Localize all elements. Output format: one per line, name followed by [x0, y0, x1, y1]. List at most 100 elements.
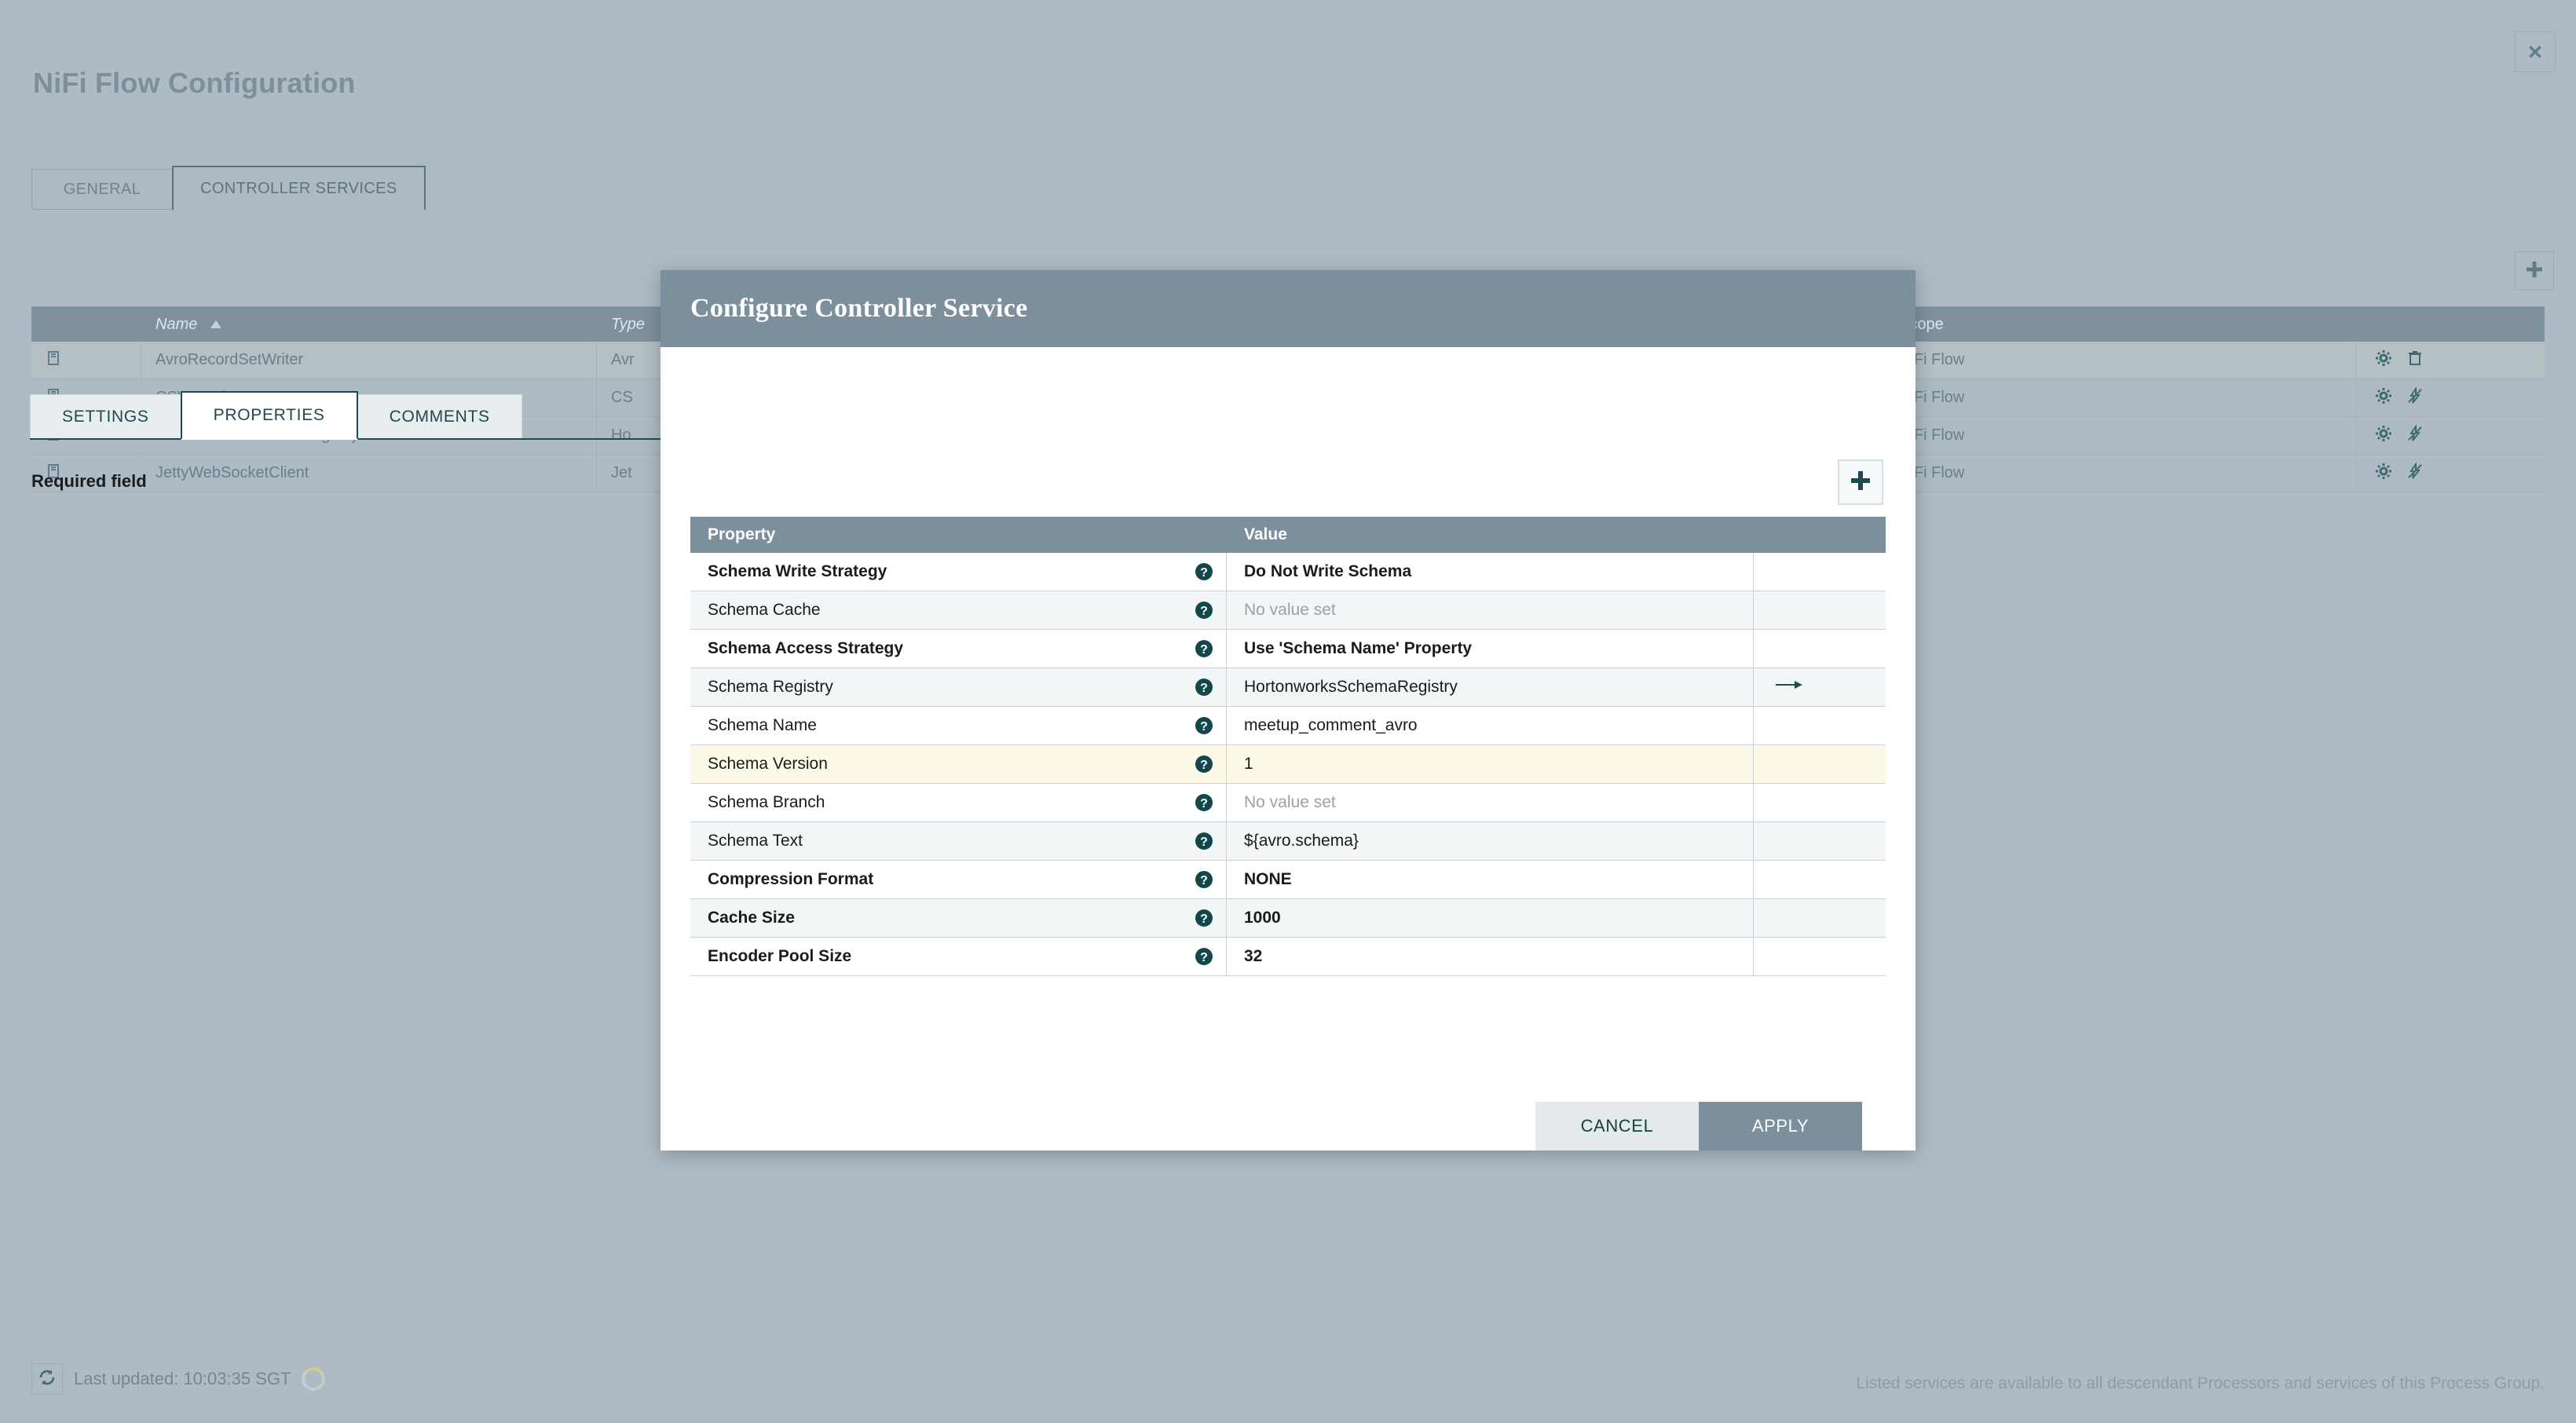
- row-actions: [2356, 417, 2529, 454]
- add-property-button[interactable]: [1838, 459, 1883, 505]
- page-title: NiFi Flow Configuration: [33, 67, 356, 99]
- plus-icon: [1849, 469, 1872, 496]
- table-row[interactable]: Compression Format? NONE: [690, 861, 1886, 899]
- refresh-button[interactable]: [31, 1363, 63, 1395]
- row-type-icon-cell: [31, 342, 141, 379]
- help-icon[interactable]: ?: [1195, 562, 1213, 581]
- footer-spacer: [1862, 1102, 1916, 1150]
- tab-comments[interactable]: COMMENTS: [357, 394, 522, 440]
- table-row[interactable]: Encoder Pool Size? 32: [690, 938, 1886, 976]
- property-name: Schema Write Strategy?: [690, 553, 1227, 591]
- dialog-footer: CANCEL APPLY: [660, 1102, 1916, 1150]
- table-row[interactable]: Schema Registry? HortonworksSchemaRegist…: [690, 668, 1886, 707]
- trash-icon[interactable]: [2406, 349, 2424, 371]
- table-row[interactable]: Schema Name? meetup_comment_avro: [690, 707, 1886, 745]
- row-scope: NiFi Flow: [1885, 342, 2356, 379]
- tab-properties-label: PROPERTIES: [213, 406, 325, 424]
- help-icon[interactable]: ?: [1195, 870, 1213, 889]
- property-value[interactable]: ${avro.schema}: [1227, 822, 1754, 860]
- close-icon: [2525, 42, 2545, 62]
- help-icon[interactable]: ?: [1195, 601, 1213, 620]
- row-actions: [2356, 342, 2529, 379]
- help-icon[interactable]: ?: [1195, 832, 1213, 851]
- tab-properties[interactable]: PROPERTIES: [180, 391, 358, 440]
- svg-text:?: ?: [1200, 797, 1208, 810]
- property-value[interactable]: NONE: [1227, 861, 1754, 898]
- disable-icon[interactable]: [2406, 386, 2424, 409]
- property-value[interactable]: No value set: [1227, 784, 1754, 821]
- property-action: [1754, 707, 1886, 744]
- property-value[interactable]: 32: [1227, 938, 1754, 975]
- arrow-right-icon[interactable]: [1776, 678, 1802, 697]
- property-value[interactable]: 1000: [1227, 899, 1754, 937]
- apply-button-label: APPLY: [1751, 1116, 1809, 1136]
- svg-text:?: ?: [1200, 720, 1208, 733]
- grid-col-scope[interactable]: Scope: [1885, 316, 2356, 334]
- svg-text:?: ?: [1200, 605, 1208, 618]
- table-row[interactable]: Schema Version? 1: [690, 745, 1886, 784]
- footer-note: Listed services are available to all des…: [1856, 1374, 2545, 1392]
- property-name: Schema Cache?: [690, 591, 1227, 629]
- help-icon[interactable]: ?: [1195, 639, 1213, 658]
- go-to-service-action[interactable]: [1754, 668, 1886, 706]
- tab-general[interactable]: GENERAL: [31, 169, 173, 210]
- property-action: [1754, 630, 1886, 668]
- property-name: Schema Text?: [690, 822, 1227, 860]
- property-value[interactable]: 1: [1227, 745, 1754, 783]
- property-name: Schema Access Strategy?: [690, 630, 1227, 668]
- property-value[interactable]: HortonworksSchemaRegistry: [1227, 668, 1754, 706]
- property-value[interactable]: meetup_comment_avro: [1227, 707, 1754, 744]
- background-tabs: GENERAL CONTROLLER SERVICES: [31, 166, 426, 210]
- svg-text:?: ?: [1200, 566, 1208, 580]
- close-window-button[interactable]: [2515, 31, 2556, 72]
- help-icon[interactable]: ?: [1195, 793, 1213, 812]
- tab-controller-services[interactable]: CONTROLLER SERVICES: [172, 166, 426, 210]
- grid-col-name[interactable]: Name: [141, 316, 597, 334]
- table-row[interactable]: Schema Text? ${avro.schema}: [690, 822, 1886, 861]
- spinner-icon: [302, 1367, 326, 1391]
- tab-settings-label: SETTINGS: [62, 408, 149, 426]
- gear-icon[interactable]: [2375, 349, 2392, 371]
- help-icon[interactable]: ?: [1195, 947, 1213, 966]
- disable-icon[interactable]: [2406, 423, 2424, 447]
- help-icon[interactable]: ?: [1195, 755, 1213, 774]
- properties-table-header: Property Value: [690, 517, 1886, 553]
- add-controller-service-button[interactable]: [2515, 251, 2554, 291]
- property-value[interactable]: No value set: [1227, 591, 1754, 629]
- tab-settings[interactable]: SETTINGS: [30, 394, 181, 440]
- table-row[interactable]: Schema Branch? No value set: [690, 784, 1886, 822]
- svg-text:?: ?: [1200, 836, 1208, 849]
- cancel-button[interactable]: CANCEL: [1535, 1102, 1699, 1150]
- apply-button[interactable]: APPLY: [1699, 1102, 1862, 1150]
- property-name: Schema Branch?: [690, 784, 1227, 821]
- row-scope: NiFi Flow: [1885, 379, 2356, 416]
- properties-table: Property Value Schema Write Strategy? Do…: [690, 517, 1886, 976]
- property-value[interactable]: Do Not Write Schema: [1227, 553, 1754, 591]
- disable-icon[interactable]: [2406, 461, 2424, 485]
- dialog-title: Configure Controller Service: [690, 294, 1028, 323]
- table-row[interactable]: Cache Size? 1000: [690, 899, 1886, 938]
- help-icon[interactable]: ?: [1195, 678, 1213, 697]
- property-action: [1754, 861, 1886, 898]
- sort-asc-icon: [210, 316, 222, 333]
- cancel-button-label: CANCEL: [1580, 1116, 1654, 1136]
- table-row[interactable]: Schema Cache? No value set: [690, 591, 1886, 630]
- svg-text:?: ?: [1200, 874, 1208, 887]
- table-row[interactable]: Schema Write Strategy? Do Not Write Sche…: [690, 553, 1886, 591]
- property-name: Schema Name?: [690, 707, 1227, 744]
- property-name: Encoder Pool Size?: [690, 938, 1227, 975]
- svg-text:?: ?: [1200, 913, 1208, 926]
- property-name: Schema Registry?: [690, 668, 1227, 706]
- gear-icon[interactable]: [2375, 387, 2392, 409]
- required-field-legend: Required field: [31, 471, 147, 491]
- table-row[interactable]: Schema Access Strategy? Use 'Schema Name…: [690, 630, 1886, 668]
- last-updated-label: Last updated: 10:03:35 SGT: [74, 1369, 291, 1388]
- help-icon[interactable]: ?: [1195, 909, 1213, 927]
- footer-status: Last updated: 10:03:35 SGT: [31, 1363, 326, 1395]
- plus-icon: [2524, 259, 2545, 284]
- gear-icon[interactable]: [2375, 463, 2392, 485]
- property-action: [1754, 553, 1886, 591]
- property-value[interactable]: Use 'Schema Name' Property: [1227, 630, 1754, 668]
- help-icon[interactable]: ?: [1195, 716, 1213, 735]
- gear-icon[interactable]: [2375, 425, 2392, 447]
